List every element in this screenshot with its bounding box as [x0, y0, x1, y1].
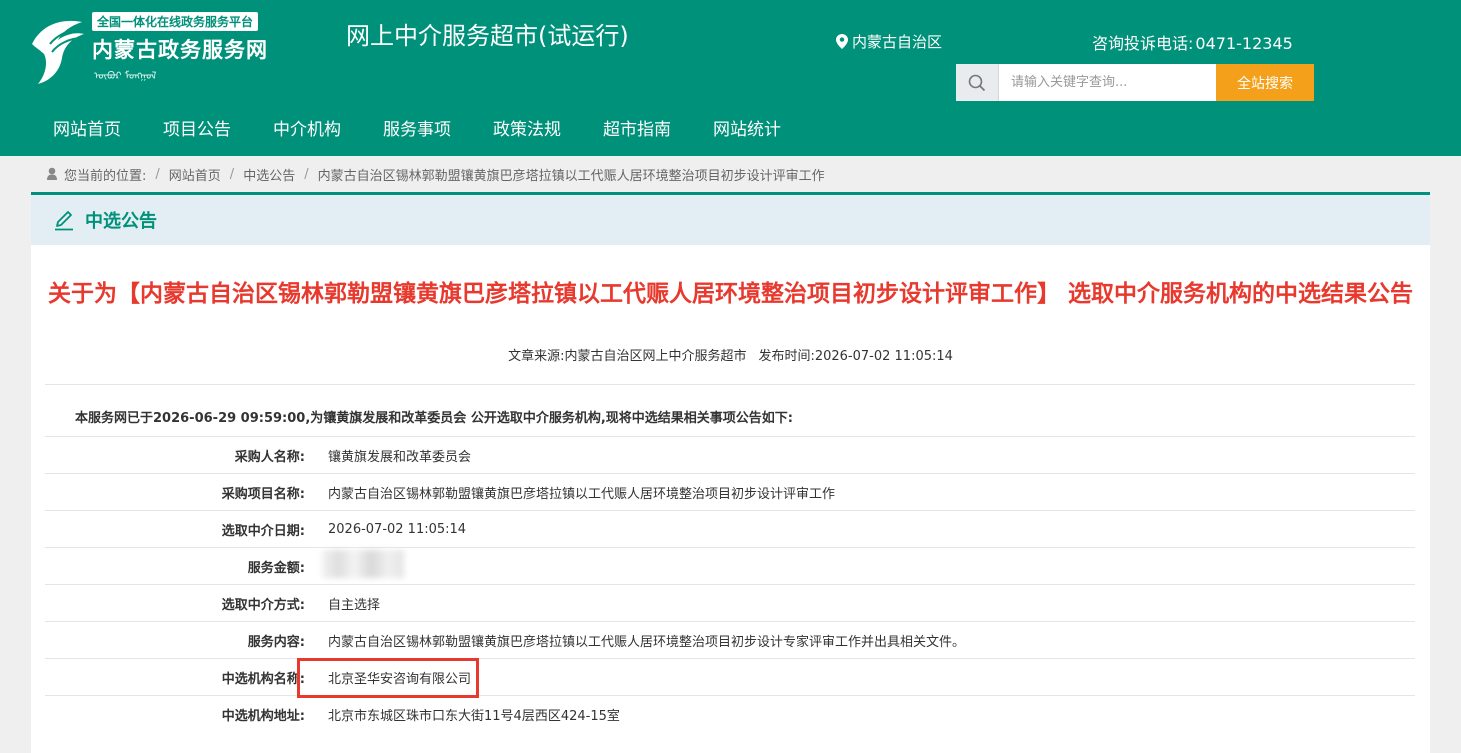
nav-item-policies[interactable]: 政策法规	[472, 106, 582, 156]
notice-title: 关于为【内蒙古自治区锡林郭勒盟镶黄旗巴彦塔拉镇以工代赈人居环境整治项目初步设计评…	[47, 281, 1413, 307]
breadcrumb-prefix: 您当前的位置:	[64, 168, 147, 184]
site-header: 全国一体化在线政务服务平台 内蒙古政务服务网 ᠥᠪᠥᠷ ᠮᠣᠩᠭᠣᠯ 网上中介服…	[0, 0, 1461, 156]
purchaser-value: 镶黄旗发展和改革委员会	[328, 449, 472, 465]
winning-agency-cell: 北京圣华安咨询有限公司	[297, 657, 479, 698]
table-row: 选取中介方式: 自主选择	[45, 584, 1415, 621]
service-amount-value	[305, 550, 404, 582]
table-row: 服务金额:	[45, 547, 1415, 584]
winning-agency-label: 中选机构名称:	[221, 671, 305, 687]
nav-item-guide[interactable]: 超市指南	[582, 106, 692, 156]
result-table: 采购人名称: 镶黄旗发展和改革委员会 采购项目名称: 内蒙古自治区锡林郭勒盟镶黄…	[45, 436, 1415, 732]
hotline-label: 咨询投诉电话:	[1092, 34, 1194, 53]
agency-address-value: 北京市东城区珠市口东大街11号4层西区424-15室	[328, 708, 620, 724]
breadcrumb-separator: /	[155, 166, 160, 182]
main-nav: 网站首页 项目公告 中介机构 服务事项 政策法规 超市指南 网站统计	[32, 106, 802, 156]
service-amount-label: 服务金额:	[247, 560, 305, 576]
site-name: 内蒙古政务服务网	[92, 38, 268, 62]
section-title: 中选公告	[85, 211, 157, 232]
publish-time: 发布时间:2026-07-02 11:05:14	[758, 349, 953, 364]
search-icon	[968, 74, 986, 91]
nav-item-statistics[interactable]: 网站统计	[692, 106, 802, 156]
breadcrumb-current: 内蒙古自治区锡林郭勒盟镶黄旗巴彦塔拉镇以工代赈人居环境整治项目初步设计评审工作	[317, 168, 825, 184]
agency-address-label: 中选机构地址:	[221, 708, 305, 724]
purchaser-label: 采购人名称:	[234, 449, 305, 465]
project-name-label: 采购项目名称:	[221, 486, 305, 502]
nav-item-home[interactable]: 网站首页	[32, 106, 142, 156]
redacted-amount	[322, 550, 404, 578]
service-content-label: 服务内容:	[247, 634, 305, 650]
search-bar: 全站搜索	[956, 64, 1314, 101]
selection-method-value: 自主选择	[328, 597, 381, 613]
location-label: 内蒙古自治区	[852, 33, 943, 51]
breadcrumb-separator: /	[229, 166, 235, 182]
horse-logo-icon	[32, 20, 84, 84]
selection-date-label: 选取中介日期:	[221, 523, 305, 539]
divider	[45, 384, 1415, 385]
site-logo[interactable]: 全国一体化在线政务服务平台 内蒙古政务服务网 ᠥᠪᠥᠷ ᠮᠣᠩᠭᠣᠯ	[28, 10, 278, 98]
table-row: 选取中介日期: 2026-07-02 11:05:14	[45, 510, 1415, 547]
notice-card: 中选公告 关于为【内蒙古自治区锡林郭勒盟镶黄旗巴彦塔拉镇以工代赈人居环境整治项目…	[31, 192, 1430, 753]
mongolian-script: ᠥᠪᠥᠷ ᠮᠣᠩᠭᠣᠯ	[94, 71, 157, 82]
highlight-box	[297, 657, 479, 698]
table-row: 中选机构名称: 北京圣华安咨询有限公司	[45, 657, 1415, 698]
breadcrumb-separator: /	[304, 166, 309, 182]
map-pin-icon	[836, 34, 848, 49]
section-header: 中选公告	[31, 195, 1430, 245]
table-row: 服务内容: 内蒙古自治区锡林郭勒盟镶黄旗巴彦塔拉镇以工代赈人居环境整治项目初步设…	[45, 621, 1415, 658]
edit-pen-icon	[55, 211, 73, 231]
nav-item-services[interactable]: 服务事项	[362, 106, 472, 156]
site-search-button[interactable]: 全站搜索	[1216, 64, 1314, 101]
selection-method-label: 选取中介方式:	[221, 597, 305, 613]
breadcrumb-home[interactable]: 网站首页	[169, 165, 221, 184]
article-meta: 文章来源:内蒙古自治区网上中介服务超市 发布时间:2026-07-02 11:05…	[31, 345, 1430, 364]
search-icon-box	[956, 64, 999, 101]
hotline: 咨询投诉电话: 0471-12345	[1090, 30, 1293, 54]
nav-item-agencies[interactable]: 中介机构	[252, 106, 362, 156]
platform-label: 全国一体化在线政务服务平台	[92, 12, 259, 31]
breadcrumb: 您当前的位置: / 网站首页 / 中选公告 / 内蒙古自治区锡林郭勒盟镶黄旗巴彦…	[46, 164, 825, 184]
table-row: 采购项目名称: 内蒙古自治区锡林郭勒盟镶黄旗巴彦塔拉镇以工代赈人居环境整治项目初…	[45, 473, 1415, 510]
article-source: 文章来源:内蒙古自治区网上中介服务超市	[508, 349, 747, 364]
table-row: 采购人名称: 镶黄旗发展和改革委员会	[45, 436, 1415, 473]
location-selector[interactable]: 内蒙古自治区	[836, 31, 942, 52]
search-input[interactable]	[999, 64, 1216, 101]
hotline-number: 0471-12345	[1195, 34, 1293, 53]
market-title: 网上中介服务超市(试运行)	[346, 22, 629, 50]
breadcrumb-selection-notices[interactable]: 中选公告	[243, 165, 295, 184]
project-name-value: 内蒙古自治区锡林郭勒盟镶黄旗巴彦塔拉镇以工代赈人居环境整治项目初步设计评审工作	[328, 486, 836, 502]
notice-intro: 本服务网已于2026-06-29 09:59:00,为镶黄旗发展和改革委员会 公…	[75, 411, 793, 426]
selection-date-value: 2026-07-02 11:05:14	[328, 521, 467, 537]
user-location-icon	[47, 167, 57, 180]
service-content-value: 内蒙古自治区锡林郭勒盟镶黄旗巴彦塔拉镇以工代赈人居环境整治项目初步设计专家评审工…	[328, 634, 966, 650]
table-row: 中选机构地址: 北京市东城区珠市口东大街11号4层西区424-15室	[45, 695, 1415, 732]
nav-item-project-notices[interactable]: 项目公告	[142, 106, 252, 156]
